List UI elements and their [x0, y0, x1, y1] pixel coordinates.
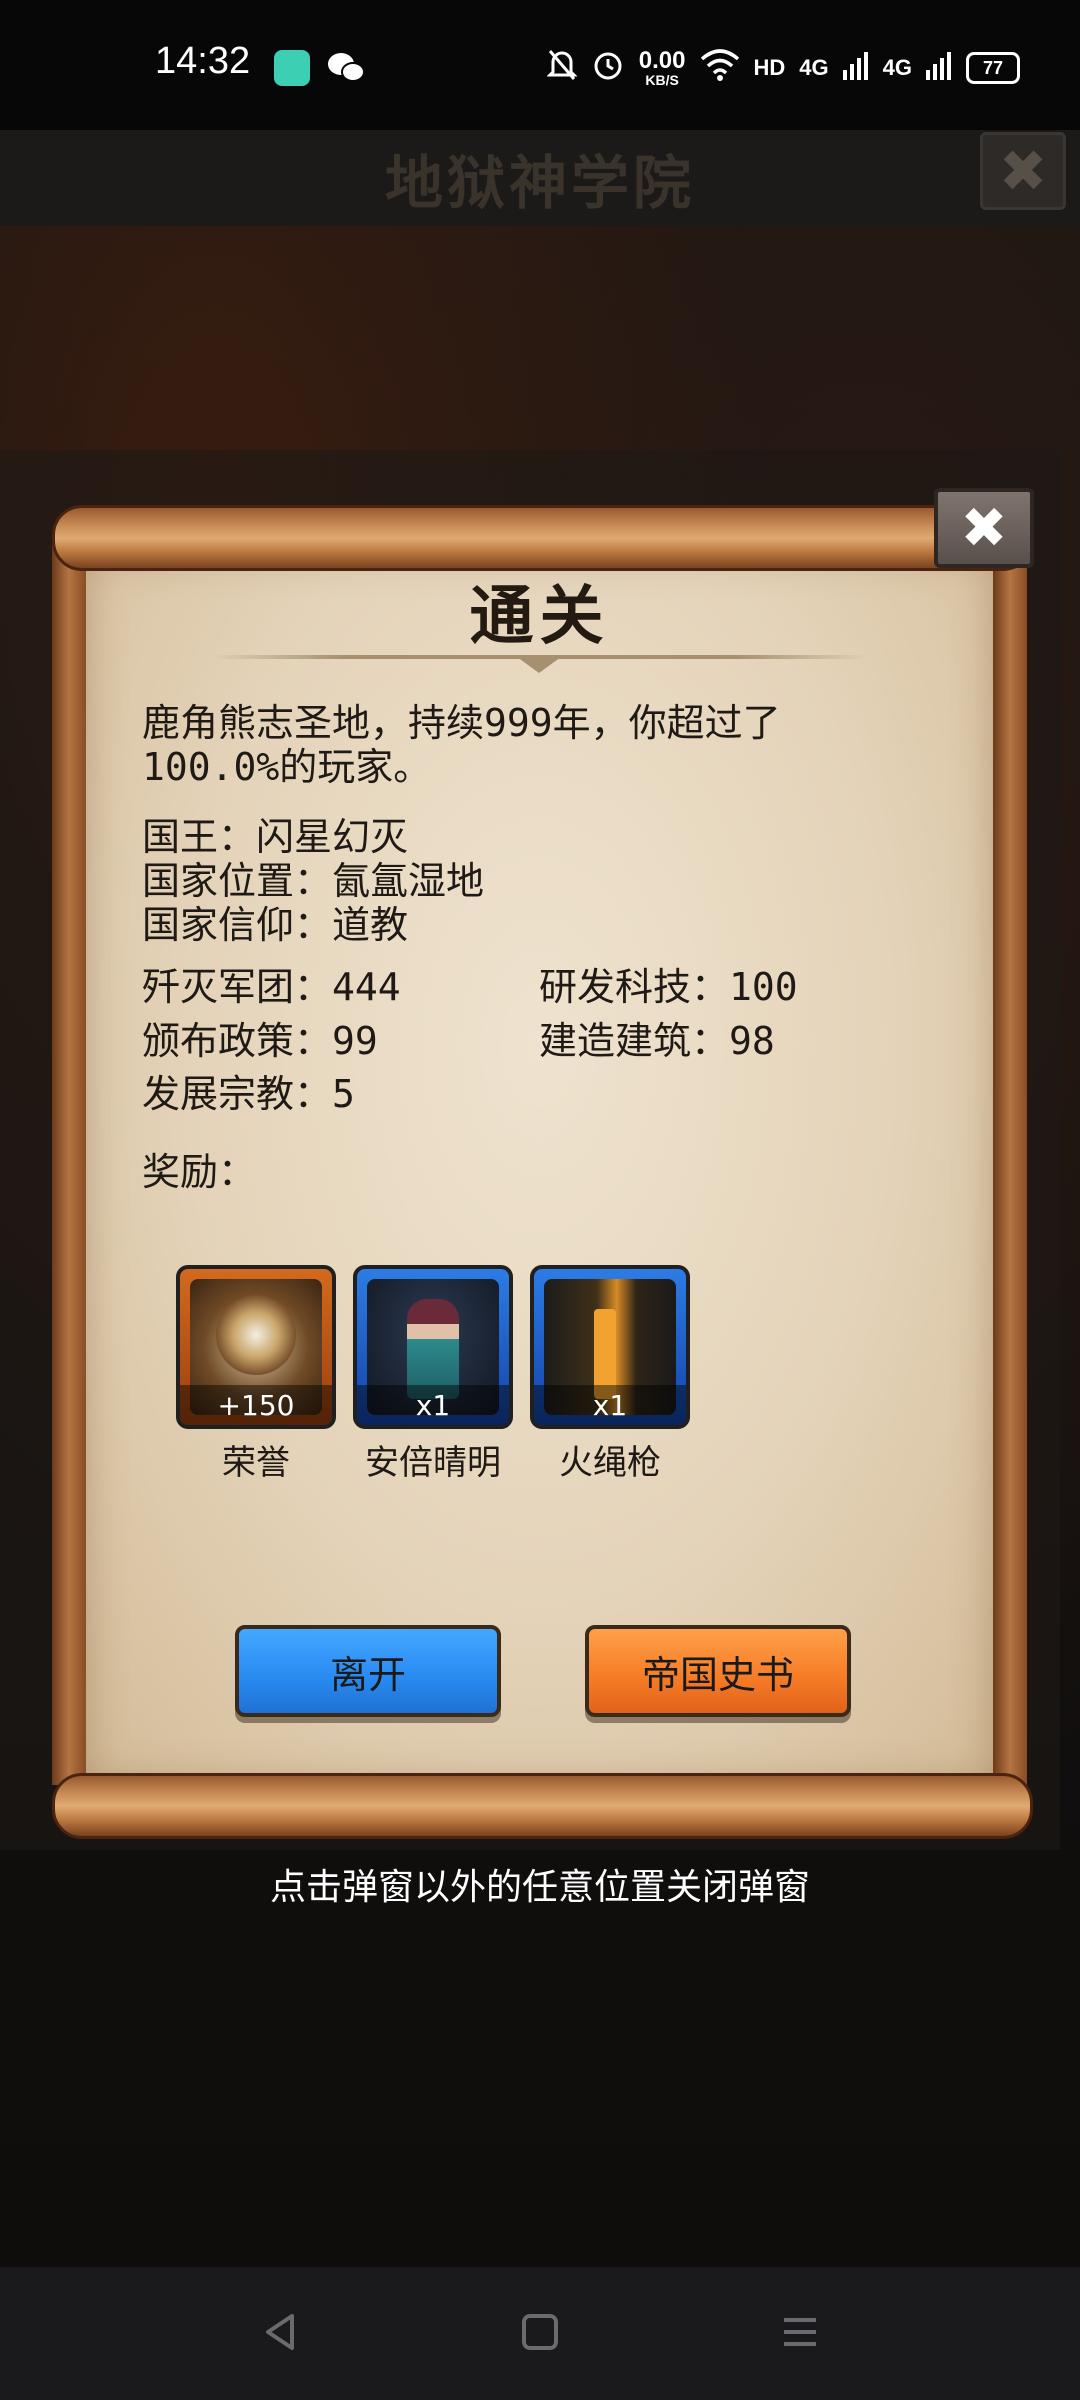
location-info: 国家位置：氤氲湿地	[142, 859, 485, 903]
stat-research-tech: 研发科技：100	[539, 965, 798, 1009]
summary-text: 鹿角熊志圣地，持续999年，你超过了 100.0%的玩家。	[142, 701, 942, 789]
status-time: 14:32	[155, 40, 251, 82]
reward-item-honor[interactable]: +150 荣誉	[176, 1265, 336, 1484]
reward-frame: +150	[176, 1265, 336, 1429]
signal-icon	[926, 50, 952, 87]
stat-policies: 颁布政策：99	[142, 1019, 378, 1063]
back-icon[interactable]	[250, 2302, 310, 2362]
status-bar: 14:32 0.00 KB/S HD 4G 4G 77	[0, 0, 1080, 130]
hd-label: HD	[753, 55, 786, 80]
stat-destroyed-legions: 歼灭军团：444	[142, 965, 401, 1009]
navigation-bar	[0, 2267, 1080, 2400]
close-hint: 点击弹窗以外的任意位置关闭弹窗	[269, 1867, 810, 1908]
scroll-side-right	[993, 545, 1027, 1785]
reward-count: x1	[534, 1385, 686, 1425]
reward-name: 火绳枪	[559, 1443, 661, 1483]
faith-info: 国家信仰：道教	[142, 903, 409, 947]
empire-history-button[interactable]: 帝国史书	[585, 1625, 851, 1717]
king-info: 国王：闪星幻灭	[142, 815, 409, 859]
status-icons: 0.00 KB/S HD 4G 4G 77	[546, 46, 1020, 90]
reward-name: 荣誉	[222, 1443, 290, 1483]
speed-value: 0.00	[638, 47, 686, 74]
honor-emblem-icon	[216, 1295, 296, 1375]
rewards-label: 奖励：	[142, 1150, 257, 1194]
stat-religions: 发展宗教：5	[142, 1072, 355, 1116]
network-speed: 0.00 KB/S	[638, 47, 686, 88]
clear-result-dialog: ✖ 通关 鹿角熊志圣地，持续999年，你超过了 100.0%的玩家。 国王：闪星…	[52, 488, 1034, 1839]
scroll-roll-bottom	[52, 1773, 1033, 1839]
leave-button[interactable]: 离开	[235, 1625, 501, 1717]
reward-item-gun[interactable]: x1 火绳枪	[530, 1265, 690, 1484]
dialog-title: 通关	[469, 580, 610, 654]
character-icon	[407, 1299, 459, 1399]
summary-line-1: 鹿角熊志圣地，持续999年，你超过了	[142, 701, 781, 745]
alarm-icon	[591, 48, 625, 89]
game-title: 地狱神学院	[384, 149, 695, 217]
reward-count: +150	[180, 1385, 332, 1425]
summary-line-2: 100.0%的玩家。	[142, 745, 432, 789]
reward-frame: x1	[353, 1265, 513, 1429]
reward-frame: x1	[530, 1265, 690, 1429]
menu-icon[interactable]	[770, 2302, 830, 2362]
network-type-2: 4G	[882, 55, 912, 80]
wifi-icon	[700, 48, 740, 88]
app-icon	[274, 50, 310, 86]
reward-name: 安倍晴明	[365, 1443, 501, 1483]
reward-count: x1	[357, 1385, 509, 1425]
battery-icon: 77	[966, 52, 1020, 84]
close-icon[interactable]: ✖	[934, 488, 1034, 568]
stat-buildings: 建造建筑：98	[539, 1019, 775, 1063]
network-type-1: 4G	[799, 55, 829, 80]
scroll-roll-top	[52, 505, 1033, 571]
signal-icon	[842, 50, 869, 87]
mute-icon	[546, 48, 578, 89]
home-icon[interactable]	[510, 2302, 570, 2362]
title-divider-notch	[517, 657, 561, 673]
reward-item-character[interactable]: x1 安倍晴明	[353, 1265, 513, 1484]
wechat-icon	[326, 50, 365, 86]
background-close-icon: ✖	[980, 132, 1066, 210]
speed-unit: KB/S	[645, 72, 679, 88]
scroll-side-left	[52, 545, 86, 1785]
